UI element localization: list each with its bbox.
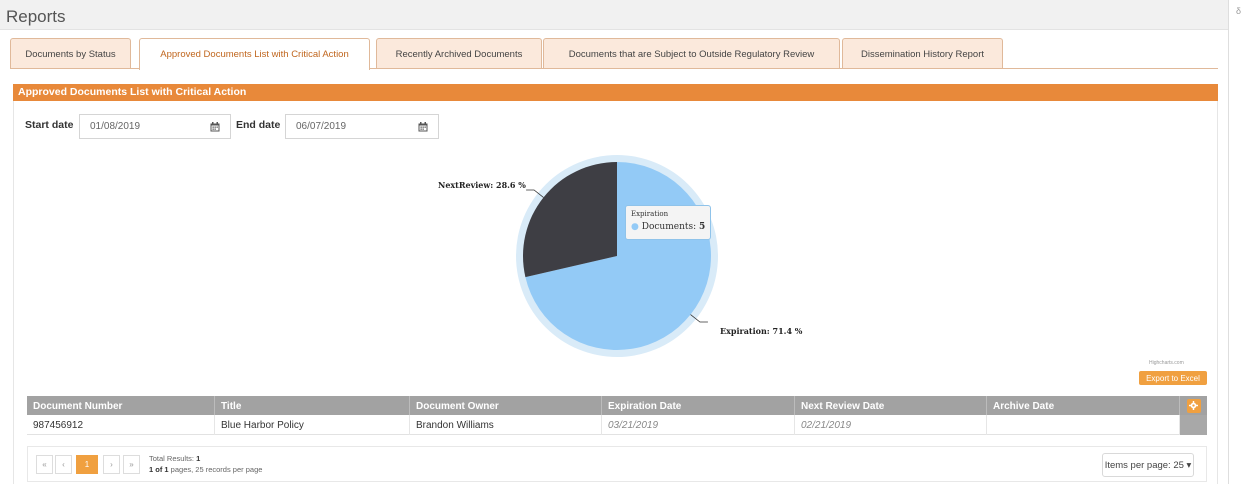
pages-count: 1 of 1 (149, 465, 169, 474)
page-title: Reports (6, 7, 66, 26)
column-settings-button[interactable] (1180, 396, 1207, 415)
tab-recently-archived[interactable]: Recently Archived Documents (376, 38, 542, 69)
pager-info: Total Results: 1 1 of 1 pages, 25 record… (149, 453, 262, 475)
total-results-value: 1 (196, 454, 201, 463)
tab-outside-regulatory-review[interactable]: Documents that are Subject to Outside Re… (543, 38, 840, 69)
end-date-label: End date (236, 119, 281, 131)
column-header-next-review-date[interactable]: Next Review Date (795, 396, 987, 415)
gear-icon[interactable] (1186, 398, 1201, 413)
items-per-page-select[interactable]: Items per page: 25 ▾ (1102, 453, 1194, 477)
tab-dissemination-history[interactable]: Dissemination History Report (842, 38, 1003, 69)
cell-archive-date (987, 415, 1180, 435)
tooltip-row: ● Documents: 5 (631, 222, 706, 232)
tab-approved-documents-critical[interactable]: Approved Documents List with Critical Ac… (139, 38, 370, 70)
page-1-button[interactable]: 1 (76, 455, 98, 474)
cell-document-number: 987456912 (27, 415, 215, 435)
page-header: Reports (0, 0, 1228, 30)
cell-title: Blue Harbor Policy (215, 415, 410, 435)
end-date-value: 06/07/2019 (296, 121, 347, 132)
table-row[interactable]: 987456912 Blue Harbor Policy Brandon Wil… (27, 415, 1207, 435)
first-page-button[interactable]: « (36, 455, 53, 474)
series-dot-icon: ● (631, 222, 639, 232)
data-label-expiration: Expiration: 71.4 % (720, 326, 803, 336)
start-date-label: Start date (25, 119, 74, 131)
column-header-archive-date[interactable]: Archive Date (987, 396, 1180, 415)
window-divider (1228, 0, 1229, 484)
chart-credits[interactable]: Highcharts.com (1149, 360, 1184, 366)
tooltip-value: 5 (699, 222, 706, 232)
pagination: « ‹ 1 › » Total Results: 1 1 of 1 pages,… (27, 446, 1207, 482)
end-date-input[interactable]: 06/07/2019 (285, 114, 439, 139)
start-date-value: 01/08/2019 (90, 121, 141, 132)
pages-text: pages, 25 records per page (168, 465, 263, 474)
export-to-excel-button[interactable]: Export to Excel (1139, 371, 1207, 385)
column-header-title[interactable]: Title (215, 396, 410, 415)
cell-next-review-date: 02/21/2019 (795, 415, 987, 435)
cell-expiration-date: 03/21/2019 (602, 415, 795, 435)
data-label-nextreview: NextReview: 28.6 % (438, 180, 526, 190)
tooltip-series: Documents (641, 222, 694, 232)
table-header: Document Number Title Document Owner Exp… (27, 396, 1207, 415)
calendar-icon[interactable] (409, 116, 437, 137)
calendar-icon[interactable] (201, 116, 229, 137)
column-header-expiration-date[interactable]: Expiration Date (602, 396, 795, 415)
previous-page-button[interactable]: ‹ (55, 455, 72, 474)
last-page-button[interactable]: » (123, 455, 140, 474)
tab-documents-by-status[interactable]: Documents by Status (10, 38, 131, 69)
tooltip-title: Expiration (631, 210, 669, 218)
column-header-document-owner[interactable]: Document Owner (410, 396, 602, 415)
chart-tooltip: Expiration ● Documents: 5 (625, 205, 711, 240)
panel-title: Approved Documents List with Critical Ac… (13, 84, 1218, 101)
cell-document-owner: Brandon Williams (410, 415, 602, 435)
column-header-document-number[interactable]: Document Number (27, 396, 215, 415)
start-date-input[interactable]: 01/08/2019 (79, 114, 231, 139)
row-action-cell[interactable] (1180, 415, 1207, 435)
edge-mark: δ (1235, 6, 1241, 16)
next-page-button[interactable]: › (103, 455, 120, 474)
total-results-label: Total Results: (149, 454, 195, 463)
